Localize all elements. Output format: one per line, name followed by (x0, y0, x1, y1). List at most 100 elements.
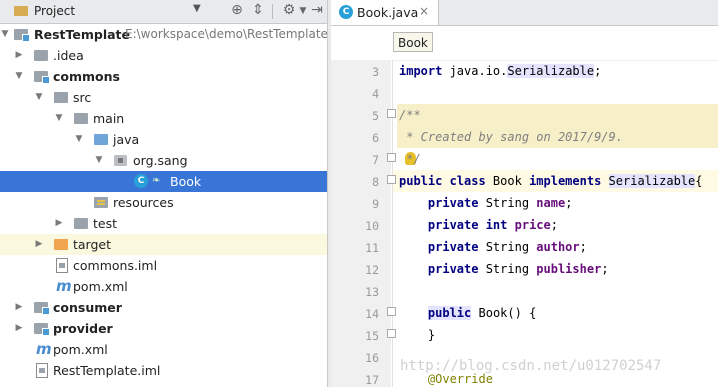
line-number: 13 (365, 285, 379, 299)
line-number: 8 (372, 175, 379, 189)
line-number: 11 (365, 241, 379, 255)
hide-icon[interactable]: ⇥ (309, 2, 325, 18)
leaf-icon: ❧ (152, 175, 161, 186)
line-number: 3 (372, 65, 379, 79)
maven-icon: m (36, 340, 52, 358)
tree-item-label: main (93, 111, 125, 126)
chevron-right-icon[interactable]: ▶ (34, 238, 44, 250)
breadcrumb-bar: Book (331, 26, 718, 61)
code-line: public Book() { (427, 306, 537, 320)
tree-item-commons-pom[interactable]: m pom.xml (0, 276, 327, 297)
line-number: 4 (372, 87, 379, 101)
source-folder-icon (94, 134, 108, 145)
tree-item-label: commons (53, 69, 120, 84)
line-number: 6 (372, 131, 379, 145)
class-icon: C (134, 174, 148, 188)
resources-folder-icon (94, 197, 108, 208)
collapse-all-icon[interactable]: ⇕ (250, 2, 266, 18)
project-panel-header: Project ▼ ⊕ ⇕ ⚙ ▼ ⇥ (0, 0, 327, 24)
chevron-down-icon[interactable]: ▼ (34, 91, 44, 103)
code-line: @Override (427, 372, 493, 386)
tree-item-label: provider (53, 321, 113, 336)
tree-item-label: resources (113, 195, 174, 210)
code-line: public class Book implements Serializabl… (399, 174, 703, 188)
breadcrumb[interactable]: Book (393, 32, 433, 52)
code-line: private int price; (427, 218, 558, 232)
tree-item-commons[interactable]: ▼ commons (0, 66, 327, 87)
iml-file-icon (36, 363, 48, 378)
tree-item-label: RestTemplate (34, 27, 131, 42)
tree-item-root-pom[interactable]: m pom.xml (0, 339, 327, 360)
line-number: 9 (372, 197, 379, 211)
tree-item-label: java (113, 132, 140, 147)
line-number: 17 (365, 373, 379, 387)
chevron-down-icon[interactable]: ▼ (0, 28, 10, 40)
code-line: import java.io.Serializable; (399, 64, 602, 78)
folder-icon (54, 92, 68, 103)
tree-item-label: Book (170, 174, 202, 189)
fold-marker-icon[interactable] (387, 329, 396, 338)
project-panel: Project ▼ ⊕ ⇕ ⚙ ▼ ⇥ ▼ RestTemplate E:\wo… (0, 0, 327, 387)
fold-marker-icon[interactable] (387, 109, 396, 118)
iml-file-icon (56, 258, 68, 273)
line-number: 16 (365, 351, 379, 365)
line-number: 10 (365, 219, 379, 233)
tree-item-test[interactable]: ▶ test (0, 213, 327, 234)
chevron-right-icon[interactable]: ▶ (14, 49, 24, 61)
fold-marker-icon[interactable] (387, 307, 396, 316)
tab-book-java[interactable]: C Book.java × (331, 0, 439, 25)
tree-item-label: org.sang (133, 153, 188, 168)
toolbar-divider (272, 4, 273, 19)
code-line: /** (399, 108, 421, 122)
chevron-down-icon[interactable]: ▼ (74, 133, 84, 145)
fold-marker-icon[interactable] (387, 175, 396, 184)
tree-item-java[interactable]: ▼ java (0, 129, 327, 150)
line-number: 7 (372, 153, 379, 167)
fold-marker-icon[interactable] (387, 153, 396, 162)
tree-item-commons-iml[interactable]: commons.iml (0, 255, 327, 276)
tree-item-org-sang[interactable]: ▼ org.sang (0, 150, 327, 171)
chevron-down-icon[interactable]: ▼ (193, 3, 201, 14)
tree-item-idea[interactable]: ▶ .idea (0, 45, 327, 66)
sync-icon[interactable]: ⊕ (229, 2, 245, 18)
module-folder-icon (14, 29, 30, 42)
tree-item-resttemplate-iml[interactable]: RestTemplate.iml (0, 360, 327, 381)
tree-item-src[interactable]: ▼ src (0, 87, 327, 108)
project-icon (14, 6, 28, 16)
tree-item-book[interactable]: C ❧ Book (0, 171, 327, 192)
tree-item-label: .idea (53, 48, 84, 63)
line-number: 12 (365, 263, 379, 277)
tree-item-label: test (93, 216, 118, 231)
code-line: private String name; (427, 196, 573, 210)
class-icon: C (339, 5, 353, 19)
tree-item-target[interactable]: ▶ target (0, 234, 327, 255)
tree-item-label: target (73, 237, 112, 252)
tree-item-path: E:\workspace\demo\RestTemplate (125, 27, 327, 41)
editor-tab-bar: C Book.java × (331, 0, 718, 26)
tab-label: Book.java (357, 5, 419, 20)
tree-item-label: consumer (53, 300, 122, 315)
chevron-down-icon[interactable]: ▼ (14, 70, 24, 82)
chevron-right-icon[interactable]: ▶ (54, 217, 64, 229)
tree-item-main[interactable]: ▼ main (0, 108, 327, 129)
code-line: } (399, 328, 436, 342)
module-folder-icon (34, 302, 50, 315)
chevron-down-icon[interactable]: ▼ (54, 112, 64, 124)
tree-item-resttemplate[interactable]: ▼ RestTemplate E:\workspace\demo\RestTem… (0, 24, 327, 45)
chevron-down-icon[interactable]: ▼ (94, 154, 104, 166)
maven-icon: m (56, 277, 72, 295)
tree-item-provider[interactable]: ▶ provider (0, 318, 327, 339)
editor-panel: C Book.java × Book 3 4 5 6 7 8 9 10 11 1… (331, 0, 718, 387)
watermark: http://blog.csdn.net/u012702547 (400, 358, 662, 374)
folder-icon (74, 113, 88, 124)
chevron-right-icon[interactable]: ▶ (14, 322, 24, 334)
tree-item-label: pom.xml (53, 342, 108, 357)
folder-icon (74, 218, 88, 229)
module-folder-icon (34, 71, 50, 84)
tree-item-label: src (73, 90, 92, 105)
tree-item-resources[interactable]: resources (0, 192, 327, 213)
close-icon[interactable]: × (419, 4, 429, 18)
chevron-right-icon[interactable]: ▶ (14, 301, 24, 313)
project-panel-title[interactable]: Project (34, 4, 75, 18)
tree-item-consumer[interactable]: ▶ consumer (0, 297, 327, 318)
